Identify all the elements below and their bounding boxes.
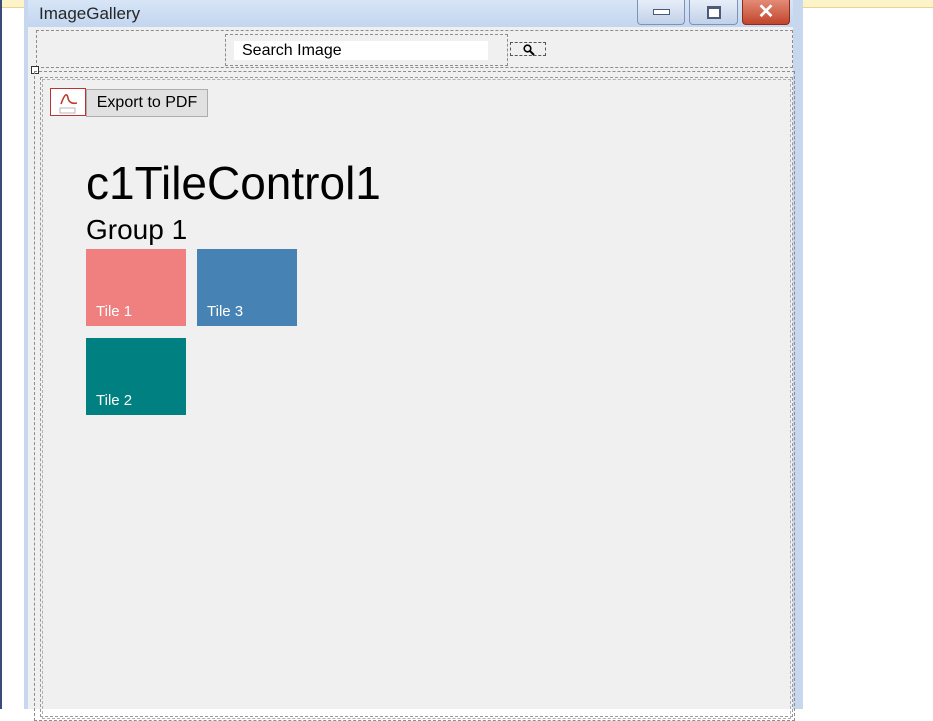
tile-1[interactable]: Tile 1 bbox=[86, 249, 186, 326]
tile-label: Tile 1 bbox=[96, 303, 133, 320]
title-bar[interactable]: ImageGallery ✕ bbox=[28, 0, 793, 27]
tile-label: Tile 3 bbox=[207, 303, 244, 320]
acrobat-icon bbox=[59, 94, 78, 114]
tile-2[interactable]: Tile 2 bbox=[86, 338, 186, 415]
maximize-icon bbox=[706, 5, 721, 19]
search-button[interactable] bbox=[510, 42, 546, 56]
minimize-button[interactable] bbox=[637, 0, 685, 25]
tile-label: Tile 2 bbox=[96, 392, 133, 409]
search-icon bbox=[523, 44, 535, 56]
minimize-icon bbox=[652, 9, 670, 15]
app-window: ImageGallery ✕ Export to PDF c1TileContr… bbox=[24, 0, 803, 721]
maximize-button[interactable] bbox=[689, 0, 738, 25]
pdf-icon[interactable] bbox=[50, 88, 86, 116]
search-input[interactable] bbox=[234, 41, 488, 60]
close-icon: ✕ bbox=[757, 1, 775, 23]
tile-control-title: c1TileControl1 bbox=[86, 157, 381, 209]
group-title: Group 1 bbox=[86, 214, 188, 245]
export-to-pdf-button[interactable]: Export to PDF bbox=[86, 89, 208, 117]
window-title: ImageGallery bbox=[39, 4, 141, 23]
close-button[interactable]: ✕ bbox=[742, 0, 790, 25]
tile-3[interactable]: Tile 3 bbox=[197, 249, 297, 326]
designer-left-edge bbox=[0, 0, 2, 709]
